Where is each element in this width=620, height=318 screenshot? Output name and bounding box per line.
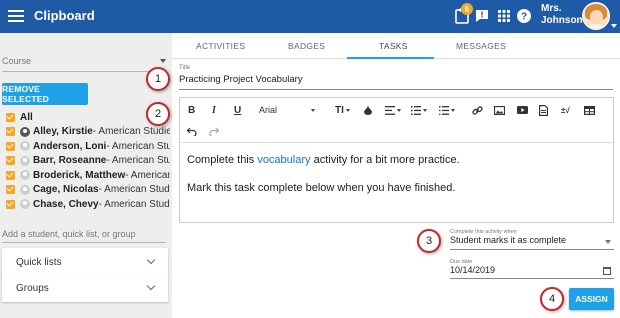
table-icon[interactable] — [584, 103, 595, 117]
content-paragraph: Mark this task complete below when you h… — [187, 182, 456, 194]
title-label: Title — [179, 65, 191, 71]
list-item[interactable]: Cage, Nicolas - American Studies — [6, 183, 170, 198]
rich-text-editor[interactable]: B I U Arial TI ±√ Complete this vocabula… — [179, 97, 614, 223]
bold-button[interactable]: B — [188, 103, 195, 117]
quick-lists-panel[interactable]: Quick lists — [2, 248, 168, 276]
account-dropdown-icon[interactable] — [611, 24, 617, 28]
tab-activities[interactable]: ACTIVITIES — [196, 41, 245, 51]
tab-messages[interactable]: MESSAGES — [456, 41, 506, 51]
tab-tasks[interactable]: TASKS — [379, 41, 408, 51]
add-recipient-input[interactable]: Add a student, quick list, or group — [2, 229, 166, 243]
remove-selected-button[interactable]: REMOVE SELECTED — [2, 83, 88, 105]
font-size-button[interactable]: TI — [335, 103, 350, 117]
user-name[interactable]: Mrs. Johnson — [541, 3, 583, 27]
student-avatar — [20, 170, 30, 181]
chat-alert-icon[interactable] — [473, 7, 491, 25]
list-item[interactable]: Anderson, Loni - American Studies — [6, 139, 170, 154]
chevron-down-icon — [160, 59, 166, 63]
checkbox[interactable] — [6, 112, 15, 122]
checkbox[interactable] — [6, 141, 15, 151]
student-avatar — [20, 184, 30, 195]
bullet-list-icon[interactable] — [439, 103, 455, 117]
student-avatar — [20, 155, 30, 166]
content-paragraph: Complete this vocabulary activity for a … — [187, 154, 460, 166]
list-item[interactable]: Broderick, Matthew - American Studies — [6, 168, 170, 183]
avatar[interactable] — [582, 2, 610, 30]
list-item[interactable]: Chase, Chevy - American Studies — [6, 197, 170, 212]
checkbox[interactable] — [6, 156, 15, 166]
color-drop-icon[interactable] — [364, 103, 372, 117]
redo-icon[interactable] — [209, 124, 219, 138]
chevron-down-icon — [146, 255, 156, 265]
numbered-list-icon[interactable] — [411, 103, 427, 117]
student-avatar — [20, 126, 30, 137]
image-icon[interactable] — [494, 103, 505, 117]
checkbox[interactable] — [6, 199, 15, 209]
active-tab-indicator — [347, 57, 434, 59]
italic-button[interactable]: I — [212, 103, 216, 117]
help-icon[interactable]: ? — [515, 7, 533, 25]
callout-step-3: 3 — [417, 229, 441, 253]
course-select[interactable]: Course — [2, 56, 166, 72]
app-header: Clipboard 6 ? Mrs. Johnson — [0, 0, 620, 33]
align-icon[interactable] — [385, 103, 401, 117]
clipboard-notification-icon[interactable]: 6 — [453, 3, 473, 25]
chevron-down-icon — [146, 281, 156, 291]
checkbox[interactable] — [6, 185, 15, 195]
link-icon[interactable] — [472, 103, 483, 117]
hamburger-menu-icon[interactable] — [8, 8, 24, 24]
undo-icon[interactable] — [187, 124, 197, 138]
editor-content[interactable]: Complete this vocabulary activity for a … — [187, 153, 460, 209]
task-title-input[interactable]: Practicing Project Vocabulary — [179, 74, 613, 90]
student-avatar — [20, 141, 30, 152]
list-item[interactable]: Barr, Roseanne - American Studies — [6, 154, 170, 169]
underline-button[interactable]: U — [234, 103, 241, 117]
math-formula-icon[interactable]: ±√ — [561, 103, 570, 117]
checkbox[interactable] — [6, 127, 15, 137]
student-avatar — [20, 199, 30, 210]
due-date-field[interactable]: 10/14/2019 — [450, 265, 614, 279]
video-icon[interactable] — [517, 103, 528, 117]
vocabulary-link[interactable]: vocabulary — [257, 154, 310, 166]
tab-bar: ACTIVITIES BADGES TASKS MESSAGES — [172, 33, 620, 59]
callout-step-4: 4 — [540, 287, 564, 311]
list-item[interactable]: Alley, Kirstie - American Studies — [6, 125, 170, 140]
checkbox[interactable] — [6, 170, 15, 180]
assign-button[interactable]: ASSIGN — [569, 288, 614, 310]
apps-grid-icon[interactable] — [495, 7, 513, 25]
document-icon[interactable] — [539, 103, 548, 117]
groups-panel[interactable]: Groups — [2, 274, 168, 302]
chevron-down-icon — [311, 108, 316, 112]
chevron-down-icon — [345, 108, 350, 112]
completion-select[interactable]: Student marks it as complete — [450, 235, 614, 250]
editor-toolbar: B I U Arial TI ±√ — [180, 98, 613, 143]
font-select[interactable]: Arial — [259, 103, 329, 117]
callout-step-1: 1 — [146, 67, 170, 91]
app-title: Clipboard — [34, 8, 95, 23]
svg-text:?: ? — [521, 12, 527, 23]
student-list: All Alley, Kirstie - American Studies An… — [6, 110, 170, 212]
callout-step-2: 2 — [146, 102, 170, 126]
tab-badges[interactable]: BADGES — [288, 41, 325, 51]
calendar-icon[interactable] — [603, 267, 611, 275]
chevron-down-icon — [605, 240, 611, 244]
notification-badge: 6 — [461, 3, 473, 15]
